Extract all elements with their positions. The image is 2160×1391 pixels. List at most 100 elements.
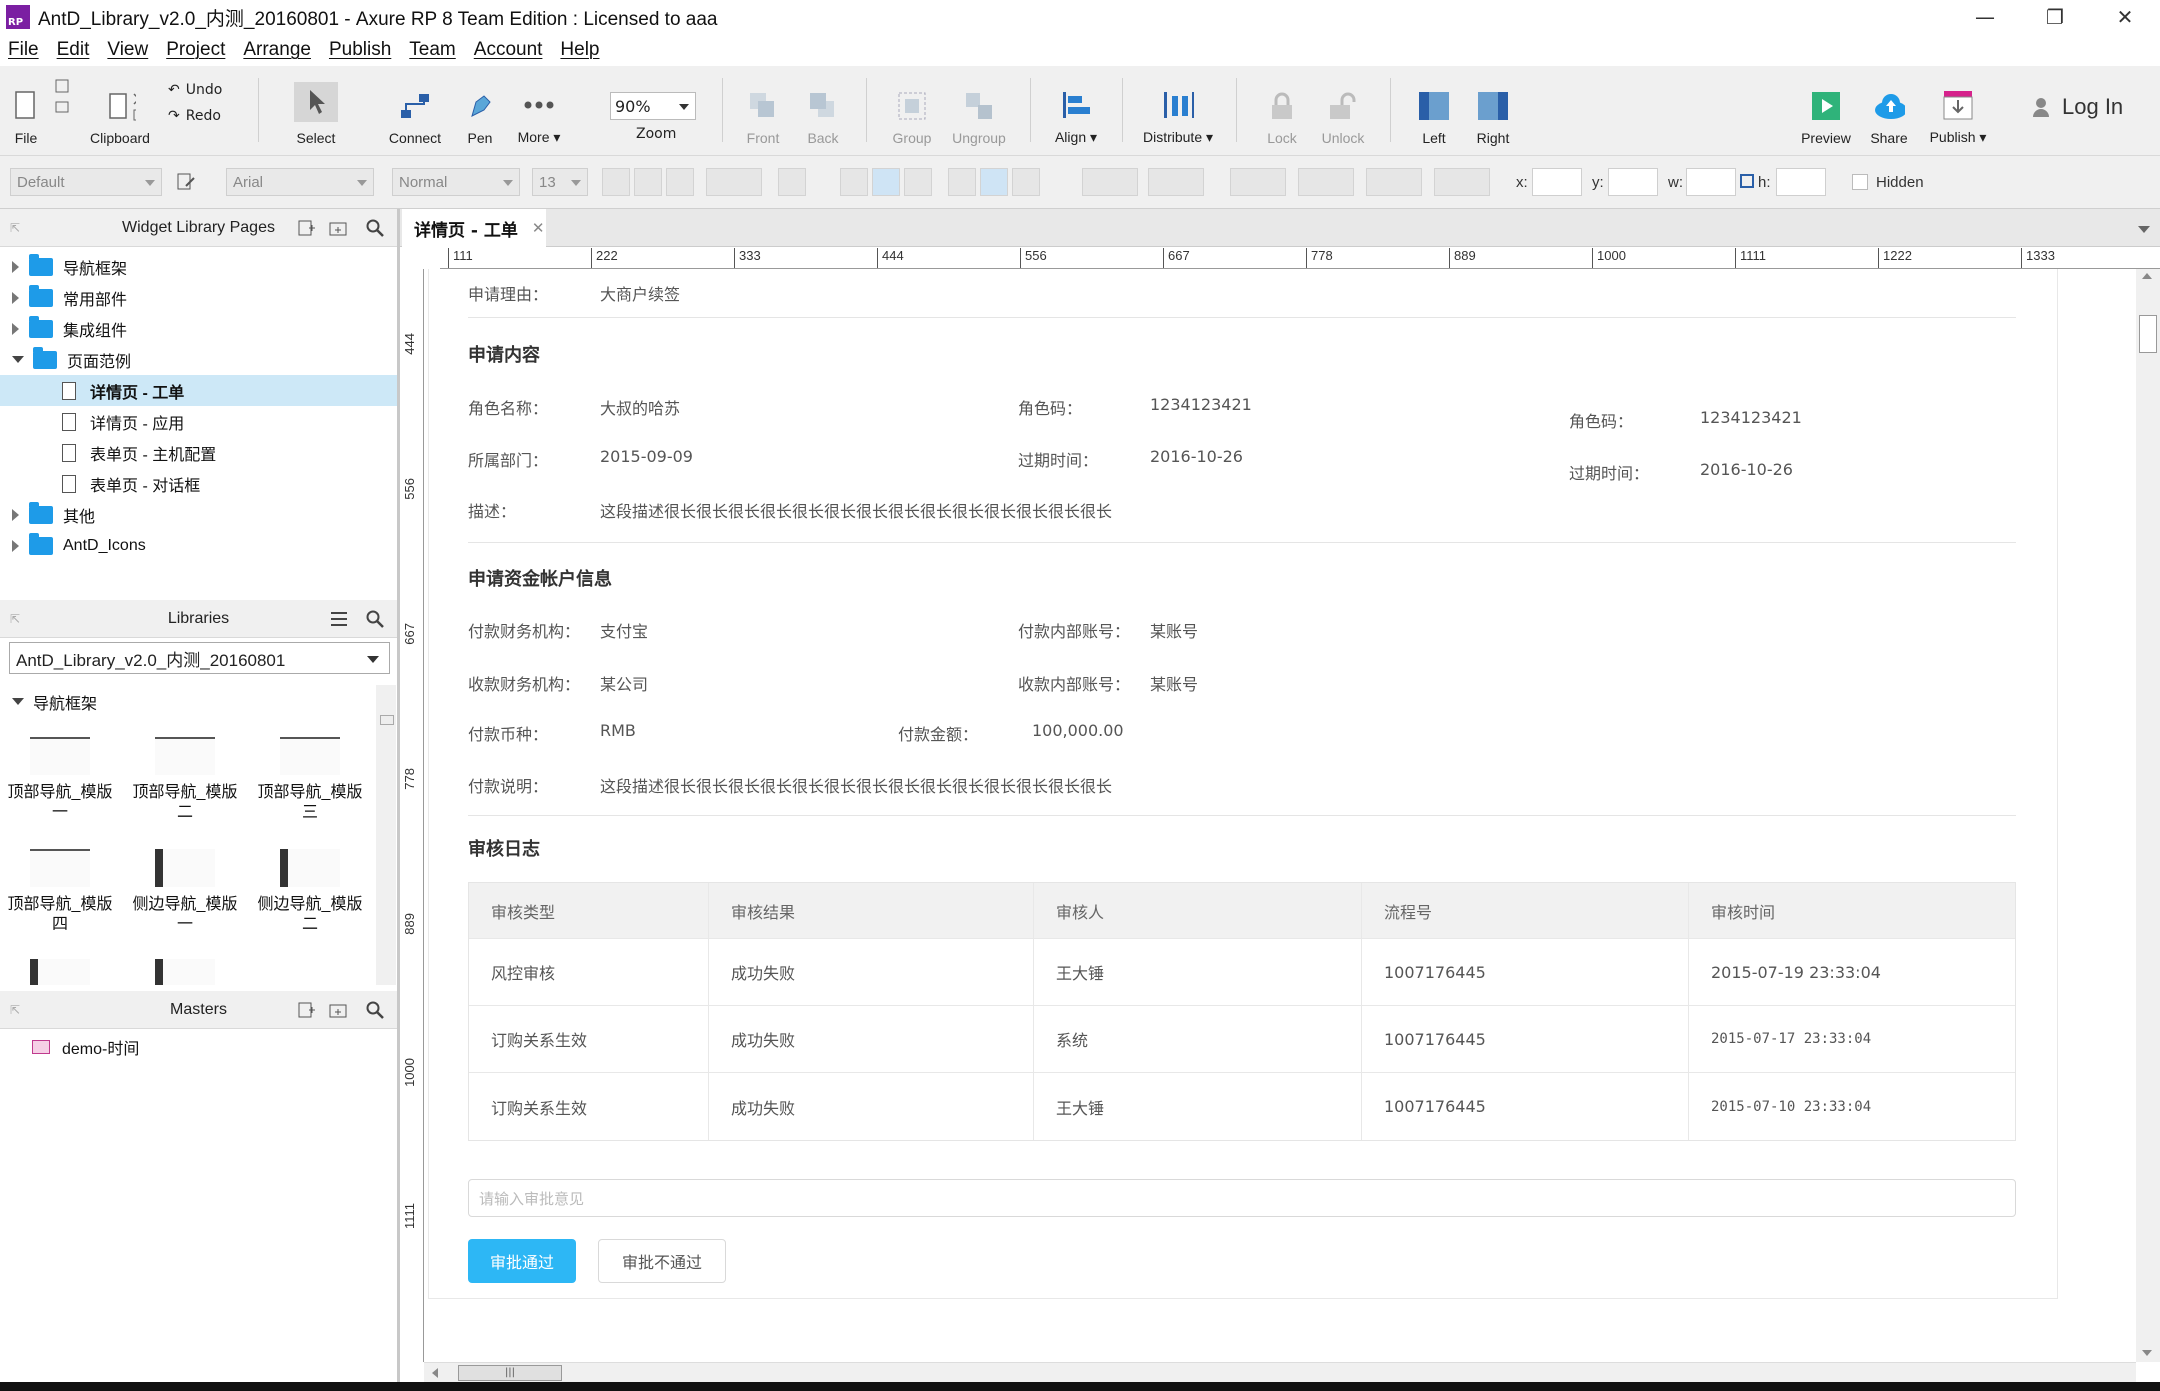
clipboard-button[interactable]: Clipboard xyxy=(84,66,156,156)
search-icon[interactable] xyxy=(364,999,386,1021)
close-button[interactable]: ✕ xyxy=(2090,0,2160,34)
restore-button[interactable]: ❐ xyxy=(2020,0,2090,34)
reject-button[interactable]: 审批不通过 xyxy=(598,1239,726,1283)
distribute-button[interactable]: Distribute ▾ xyxy=(1138,66,1218,156)
add-folder-icon[interactable] xyxy=(328,999,350,1021)
shadow-icon[interactable] xyxy=(1148,168,1204,196)
page-tree-folder[interactable]: 其他 xyxy=(0,499,397,530)
align-button[interactable]: Align ▾ xyxy=(1048,66,1104,156)
library-select[interactable]: AntD_Library_v2.0_内测_20160801 xyxy=(9,642,390,674)
page-tree-page[interactable]: 表单页 - 对话框 xyxy=(0,468,397,499)
front-button[interactable]: Front xyxy=(740,66,786,156)
align-left-icon[interactable] xyxy=(840,168,868,196)
redo-button[interactable]: ↷ Redo xyxy=(168,108,221,124)
weight-select[interactable]: Normal xyxy=(392,168,520,196)
pin-icon[interactable]: ⇱ xyxy=(10,1003,20,1017)
left-button[interactable]: Left xyxy=(1412,66,1456,156)
chevron-right-icon[interactable] xyxy=(12,539,19,552)
chevron-right-icon[interactable] xyxy=(12,260,19,273)
approval-comment-input[interactable]: 请输入审批意见 xyxy=(468,1179,2016,1217)
fill-color-icon[interactable] xyxy=(1082,168,1138,196)
italic-icon[interactable] xyxy=(634,168,662,196)
menu-arrange[interactable]: Arrange xyxy=(243,39,311,61)
menu-view[interactable]: View xyxy=(107,39,148,61)
w-input[interactable] xyxy=(1686,168,1736,196)
menu-project[interactable]: Project xyxy=(166,39,225,61)
chevron-right-icon[interactable] xyxy=(12,508,19,521)
library-group-header[interactable]: 导航框架 xyxy=(0,686,397,717)
style-editor-icon[interactable] xyxy=(176,172,196,192)
menu-publish[interactable]: Publish xyxy=(329,39,391,61)
menu-edit[interactable]: Edit xyxy=(57,39,90,61)
back-button[interactable]: Back xyxy=(800,66,846,156)
widget-item[interactable]: 顶部导航_模版三 xyxy=(250,737,370,823)
scrollbar-thumb[interactable]: ||| xyxy=(458,1365,562,1381)
underline-icon[interactable] xyxy=(666,168,694,196)
canvas-vertical-scrollbar[interactable] xyxy=(2136,269,2160,1362)
pen-button[interactable]: Pen xyxy=(458,66,502,156)
menu-team[interactable]: Team xyxy=(409,39,455,61)
bold-icon[interactable] xyxy=(602,168,630,196)
master-item[interactable]: demo-时间 xyxy=(0,1031,397,1062)
line-color-icon[interactable] xyxy=(1230,168,1286,196)
x-input[interactable] xyxy=(1532,168,1582,196)
widget-item[interactable]: 顶部导航_模版四 xyxy=(0,849,120,935)
h-input[interactable] xyxy=(1776,168,1826,196)
undo-button[interactable]: ↶ Undo xyxy=(168,82,222,98)
line-width-icon[interactable] xyxy=(1298,168,1354,196)
scroll-left-icon[interactable] xyxy=(432,1368,438,1378)
search-icon[interactable] xyxy=(364,608,386,630)
chevron-down-icon[interactable] xyxy=(12,356,24,363)
ungroup-button[interactable]: Ungroup xyxy=(948,66,1010,156)
scroll-up-icon[interactable] xyxy=(2142,273,2152,279)
zoom-select[interactable]: 90% xyxy=(610,92,696,120)
pin-icon[interactable]: ⇱ xyxy=(10,221,20,235)
y-input[interactable] xyxy=(1608,168,1658,196)
right-button[interactable]: Right xyxy=(1470,66,1516,156)
menu-account[interactable]: Account xyxy=(474,39,543,61)
page-tree-page[interactable]: 表单页 - 主机配置 xyxy=(0,437,397,468)
hidden-checkbox[interactable] xyxy=(1852,174,1868,190)
document-tab[interactable]: 详情页 - 工单 ✕ xyxy=(402,209,546,247)
page-tree-folder[interactable]: 导航框架 xyxy=(0,251,397,282)
menu-file[interactable]: File xyxy=(8,39,39,61)
valign-bottom-icon[interactable] xyxy=(1012,168,1040,196)
add-folder-icon[interactable] xyxy=(328,217,350,239)
connect-button[interactable]: Connect xyxy=(380,66,450,156)
bullet-icon[interactable] xyxy=(778,168,806,196)
add-master-icon[interactable] xyxy=(295,999,317,1021)
valign-middle-icon[interactable] xyxy=(980,168,1008,196)
align-center-icon[interactable] xyxy=(872,168,900,196)
libraries-scrollbar[interactable] xyxy=(376,685,396,985)
widget-item[interactable]: 顶部导航_模版二 xyxy=(125,737,245,823)
minimize-button[interactable]: — xyxy=(1950,0,2020,34)
valign-top-icon[interactable] xyxy=(948,168,976,196)
page-tree-page[interactable]: 详情页 - 工单 xyxy=(0,375,397,406)
style-select[interactable]: Default xyxy=(10,168,162,196)
menu-icon[interactable] xyxy=(328,608,350,630)
more-button[interactable]: More ▾ xyxy=(512,66,566,156)
close-tab-icon[interactable]: ✕ xyxy=(532,219,545,237)
file-button[interactable]: File xyxy=(8,66,44,156)
arrow-style-icon[interactable] xyxy=(1434,168,1490,196)
page-tree-folder[interactable]: 集成组件 xyxy=(0,313,397,344)
unlock-button[interactable]: Unlock xyxy=(1316,66,1370,156)
select-button[interactable]: Select xyxy=(276,66,356,156)
lock-button[interactable]: Lock xyxy=(1258,66,1306,156)
widget-item[interactable] xyxy=(0,959,120,993)
group-button[interactable]: Group xyxy=(884,66,940,156)
link-ratio-icon[interactable] xyxy=(1740,174,1754,188)
approve-button[interactable]: 审批通过 xyxy=(468,1239,576,1283)
share-button[interactable]: Share xyxy=(1862,66,1916,156)
page-tree-page[interactable]: 详情页 - 应用 xyxy=(0,406,397,437)
menu-help[interactable]: Help xyxy=(560,39,599,61)
preview-button[interactable]: Preview xyxy=(1796,66,1856,156)
chevron-right-icon[interactable] xyxy=(12,322,19,335)
align-right-icon[interactable] xyxy=(904,168,932,196)
font-select[interactable]: Arial xyxy=(226,168,374,196)
add-page-icon[interactable] xyxy=(295,217,317,239)
widget-item[interactable]: 顶部导航_模版一 xyxy=(0,737,120,823)
font-size-select[interactable]: 13 xyxy=(532,168,588,196)
page-tree-folder[interactable]: 常用部件 xyxy=(0,282,397,313)
publish-button[interactable]: Publish ▾ xyxy=(1926,66,1990,156)
